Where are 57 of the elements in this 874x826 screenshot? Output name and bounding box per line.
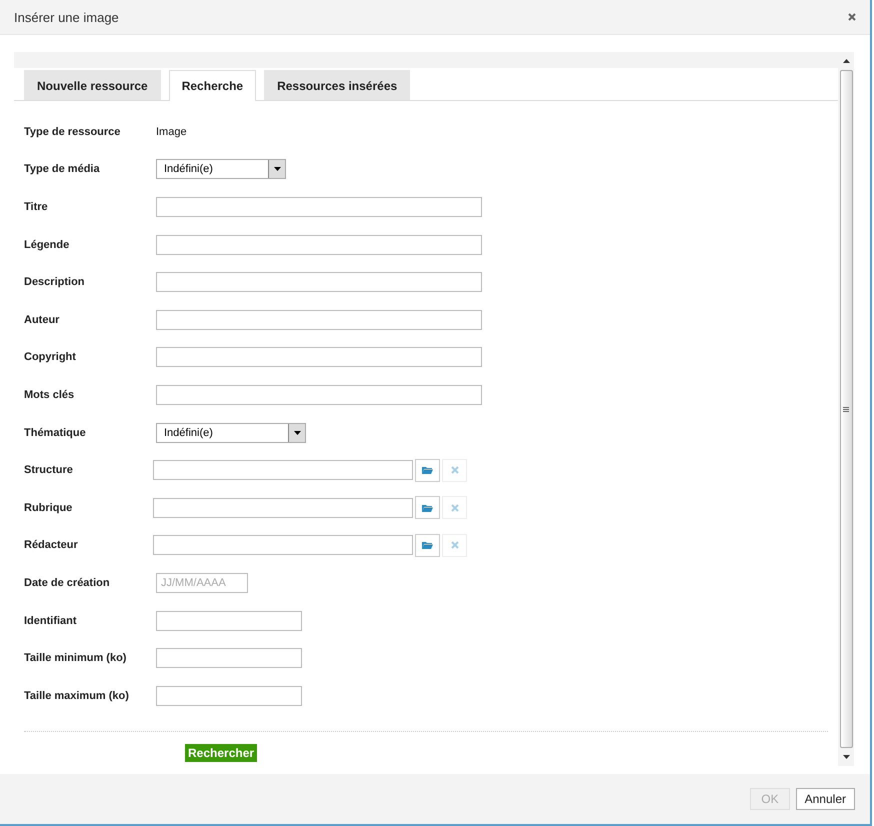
grip-icon: [843, 406, 849, 412]
dropdown[interactable]: Indéfini(e): [156, 159, 286, 180]
text-field[interactable]: [156, 272, 482, 292]
caret-icon: [274, 167, 280, 172]
tab[interactable]: Recherche: [168, 70, 256, 101]
browse-button[interactable]: [415, 534, 440, 557]
close-icon: [450, 541, 458, 550]
dialog-button[interactable]: Annuler: [796, 788, 855, 810]
field-label: Type de ressource: [24, 126, 122, 138]
close-icon: [450, 504, 458, 512]
clear-button[interactable]: [442, 534, 467, 557]
field-label: Rubrique: [24, 502, 74, 514]
folder-icon: [422, 541, 433, 550]
field-label: Copyright: [24, 351, 77, 364]
text-field[interactable]: [156, 610, 302, 631]
text-field[interactable]: [153, 535, 413, 556]
text-field[interactable]: [156, 196, 482, 217]
tab[interactable]: Ressources insérées: [264, 70, 410, 100]
folder-icon: [422, 466, 433, 474]
field-label: Type de média: [24, 163, 101, 176]
clear-button[interactable]: [442, 458, 467, 482]
browse-button[interactable]: [415, 458, 440, 482]
field-label: Date de création: [24, 576, 111, 589]
close-icon: [450, 466, 458, 474]
field-label: Auteur: [24, 314, 60, 326]
search-button[interactable]: Rechercher: [185, 744, 258, 762]
dropdown[interactable]: Indéfini(e): [156, 422, 306, 443]
scrollbar[interactable]: [838, 52, 854, 766]
text-field[interactable]: [156, 384, 482, 405]
field-label: Rédacteur: [24, 539, 79, 552]
field-label: Taille maximum (ko): [24, 690, 130, 702]
text-field[interactable]: JJ/MM/AAAA: [156, 572, 248, 593]
close-icon[interactable]: [848, 13, 856, 21]
field-label: Description: [24, 276, 86, 288]
field-label: Thématique: [24, 426, 87, 439]
clear-button[interactable]: [442, 496, 467, 520]
scroll-down-icon[interactable]: [842, 755, 850, 759]
text-field[interactable]: [153, 498, 413, 518]
text-field[interactable]: [156, 686, 302, 706]
window-title: Insérer une image: [14, 10, 119, 24]
text-field[interactable]: [153, 460, 413, 480]
resource-type-value: Image: [156, 126, 187, 138]
field-label: Structure: [24, 464, 74, 476]
caret-icon: [294, 430, 300, 435]
field-label: Taille minimum (ko): [24, 652, 128, 664]
text-field[interactable]: [156, 648, 302, 668]
text-field[interactable]: [156, 347, 482, 368]
field-label: Titre: [24, 200, 49, 213]
field-label: Identifiant: [24, 614, 78, 627]
text-field[interactable]: [156, 310, 482, 330]
tab[interactable]: Nouvelle ressource: [24, 70, 161, 100]
scroll-up-icon[interactable]: [842, 59, 850, 63]
folder-icon: [422, 504, 433, 512]
text-field[interactable]: [156, 234, 482, 255]
browse-button[interactable]: [415, 496, 440, 520]
field-label: Légende: [24, 238, 70, 251]
field-label: Mots clés: [24, 388, 76, 401]
